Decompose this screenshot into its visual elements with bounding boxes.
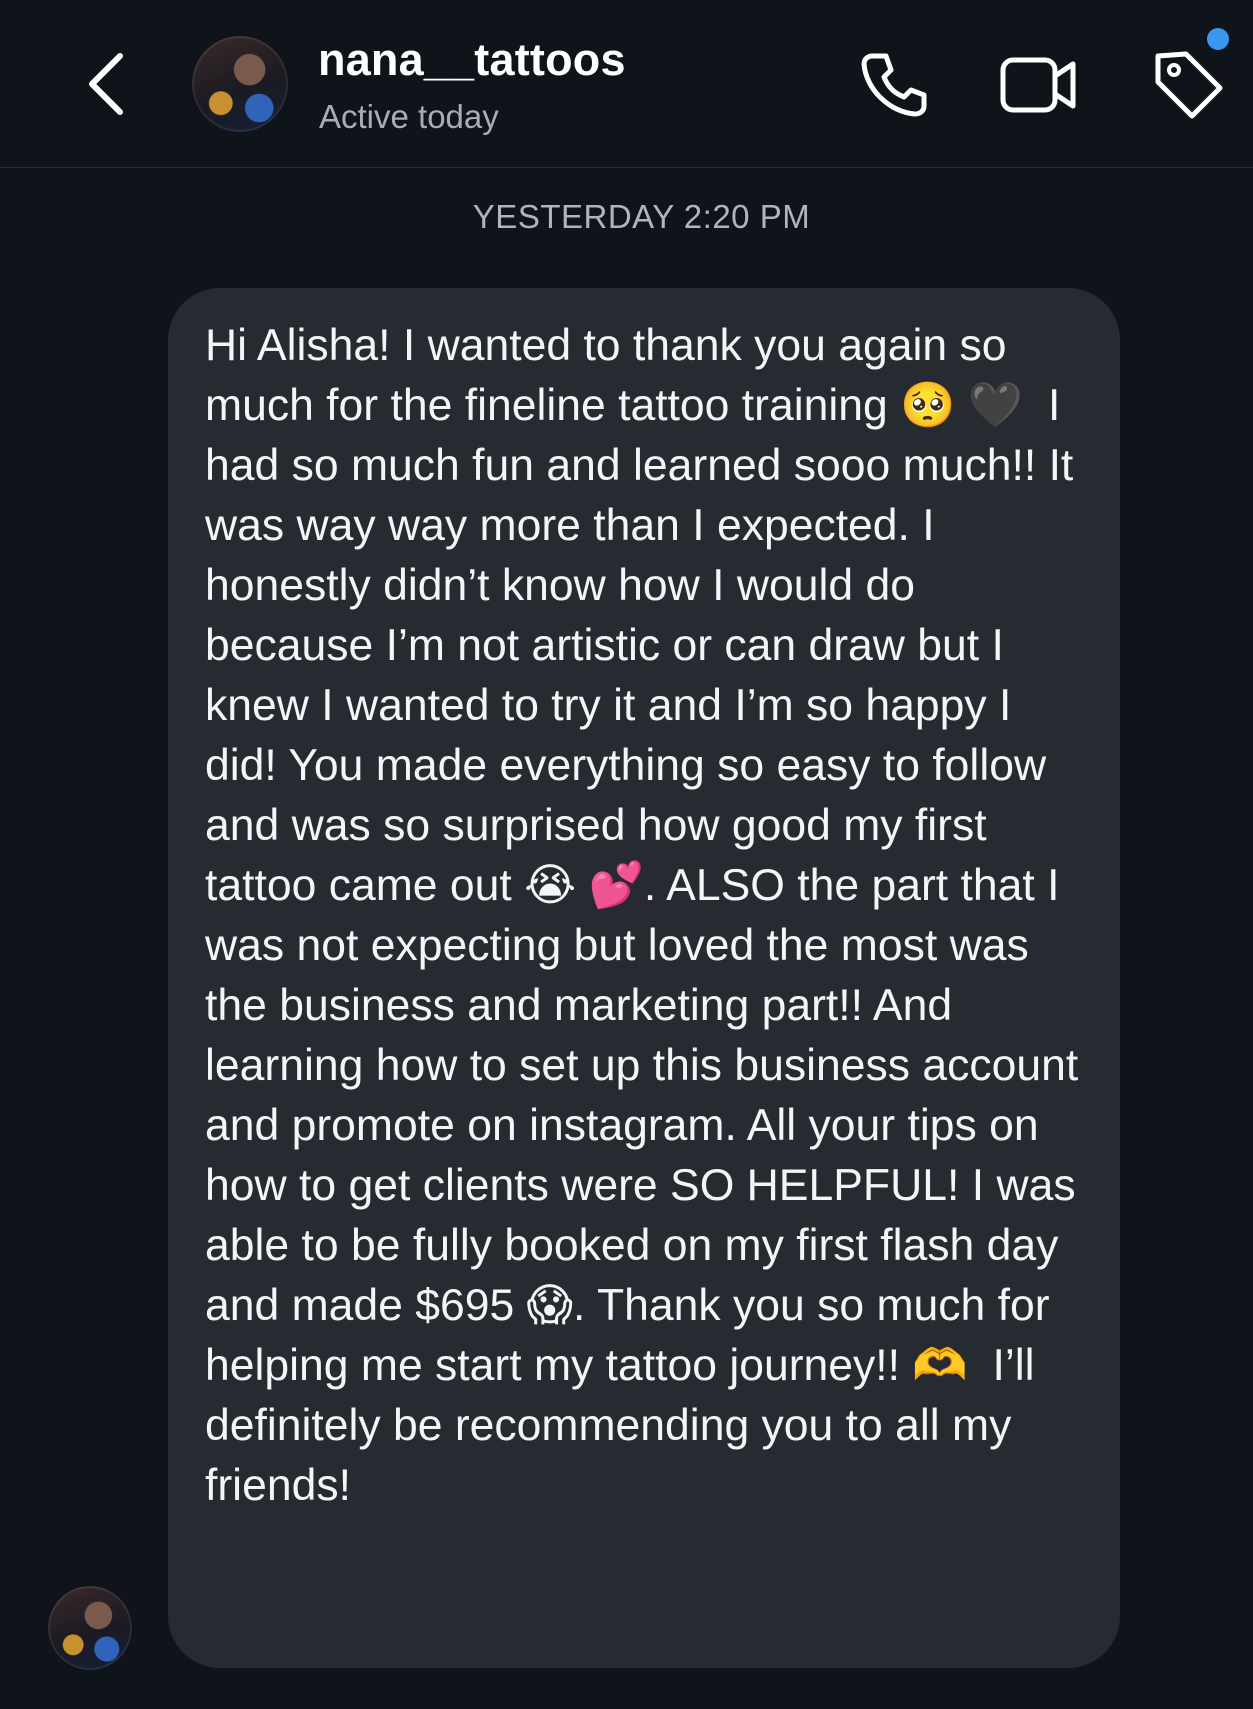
chevron-left-icon bbox=[89, 53, 123, 115]
active-status: Active today bbox=[319, 98, 499, 135]
notification-dot bbox=[1207, 28, 1229, 50]
message-bubble[interactable]: Hi Alisha! I wanted to thank you again s… bbox=[168, 288, 1120, 1668]
contact-avatar[interactable] bbox=[192, 36, 288, 132]
tag-button[interactable] bbox=[1148, 44, 1228, 124]
voice-call-button[interactable] bbox=[856, 48, 928, 120]
message-text: Hi Alisha! I wanted to thank you again s… bbox=[205, 321, 1091, 1510]
video-call-button[interactable] bbox=[999, 50, 1079, 118]
tag-icon bbox=[1155, 51, 1223, 119]
chat-header: nana__tattoos Active today bbox=[0, 0, 1253, 168]
contact-username[interactable]: nana__tattoos bbox=[318, 34, 626, 86]
phone-icon bbox=[861, 53, 927, 117]
sender-avatar[interactable] bbox=[48, 1586, 132, 1670]
back-button[interactable] bbox=[80, 48, 136, 120]
message-timestamp: YESTERDAY 2:20 PM bbox=[472, 198, 811, 235]
video-camera-icon bbox=[1000, 57, 1076, 113]
